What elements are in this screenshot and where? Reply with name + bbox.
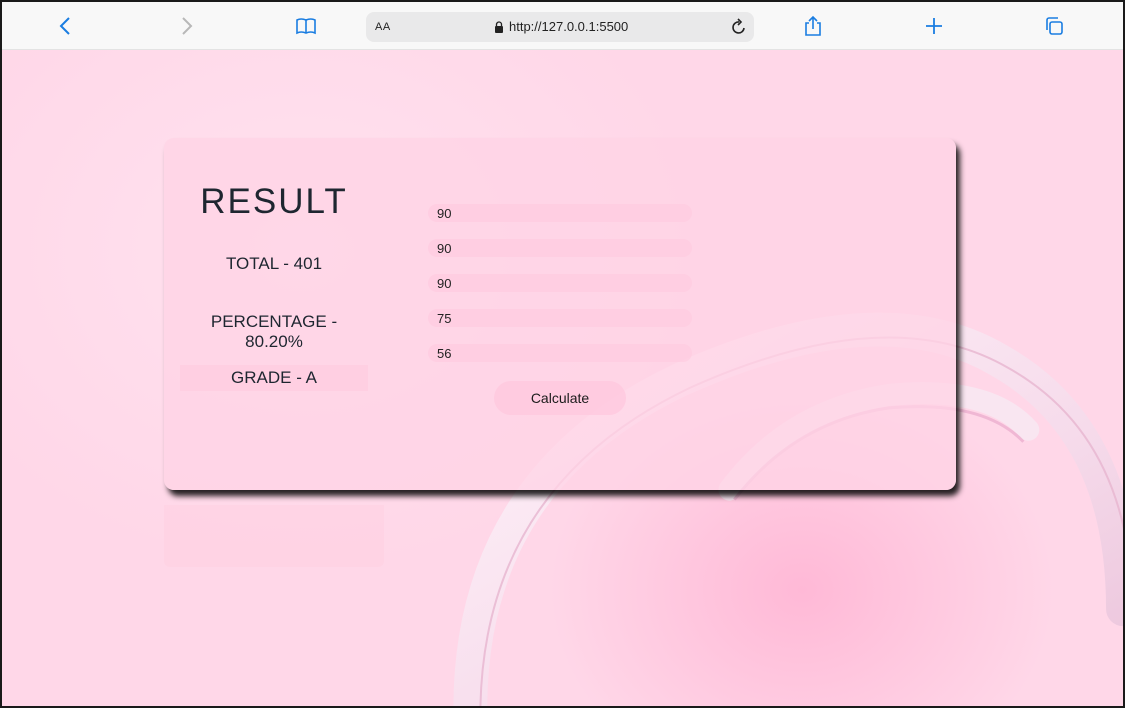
result-summary: RESULT TOTAL - 401 PERCENTAGE - 80.20% G… <box>180 138 368 490</box>
page-background: RESULT TOTAL - 401 PERCENTAGE - 80.20% G… <box>2 50 1123 706</box>
result-card: RESULT TOTAL - 401 PERCENTAGE - 80.20% G… <box>164 138 956 490</box>
reader-mode-button[interactable]: AA <box>375 21 391 33</box>
mark-input-2[interactable] <box>428 239 692 257</box>
mark-input-4[interactable] <box>428 309 692 327</box>
bookmarks-icon[interactable] <box>292 12 320 40</box>
tabs-overview-icon[interactable] <box>1040 12 1068 40</box>
grade-text: GRADE - A <box>231 368 317 387</box>
background-panel <box>164 505 384 567</box>
forward-icon[interactable] <box>172 12 200 40</box>
reload-icon[interactable] <box>728 16 750 38</box>
calculate-button[interactable]: Calculate <box>494 381 626 415</box>
marks-form <box>428 204 692 379</box>
mark-input-1[interactable] <box>428 204 692 222</box>
browser-window: AA http://127.0.0.1:5500 RESULT TOTAL - … <box>0 0 1125 708</box>
lock-icon <box>495 20 503 33</box>
address-bar[interactable]: AA http://127.0.0.1:5500 <box>366 12 754 42</box>
url-display[interactable]: http://127.0.0.1:5500 <box>494 19 628 34</box>
new-tab-icon[interactable] <box>920 12 948 40</box>
percentage-text: PERCENTAGE - 80.20% <box>210 312 338 351</box>
share-icon[interactable] <box>799 12 827 40</box>
mark-input-5[interactable] <box>428 344 692 362</box>
back-icon[interactable] <box>52 12 80 40</box>
result-title: RESULT <box>200 182 348 221</box>
browser-toolbar: AA http://127.0.0.1:5500 <box>2 2 1123 50</box>
url-text: http://127.0.0.1:5500 <box>509 19 629 34</box>
mark-input-3[interactable] <box>428 274 692 292</box>
total-text: TOTAL - 401 <box>225 254 323 273</box>
